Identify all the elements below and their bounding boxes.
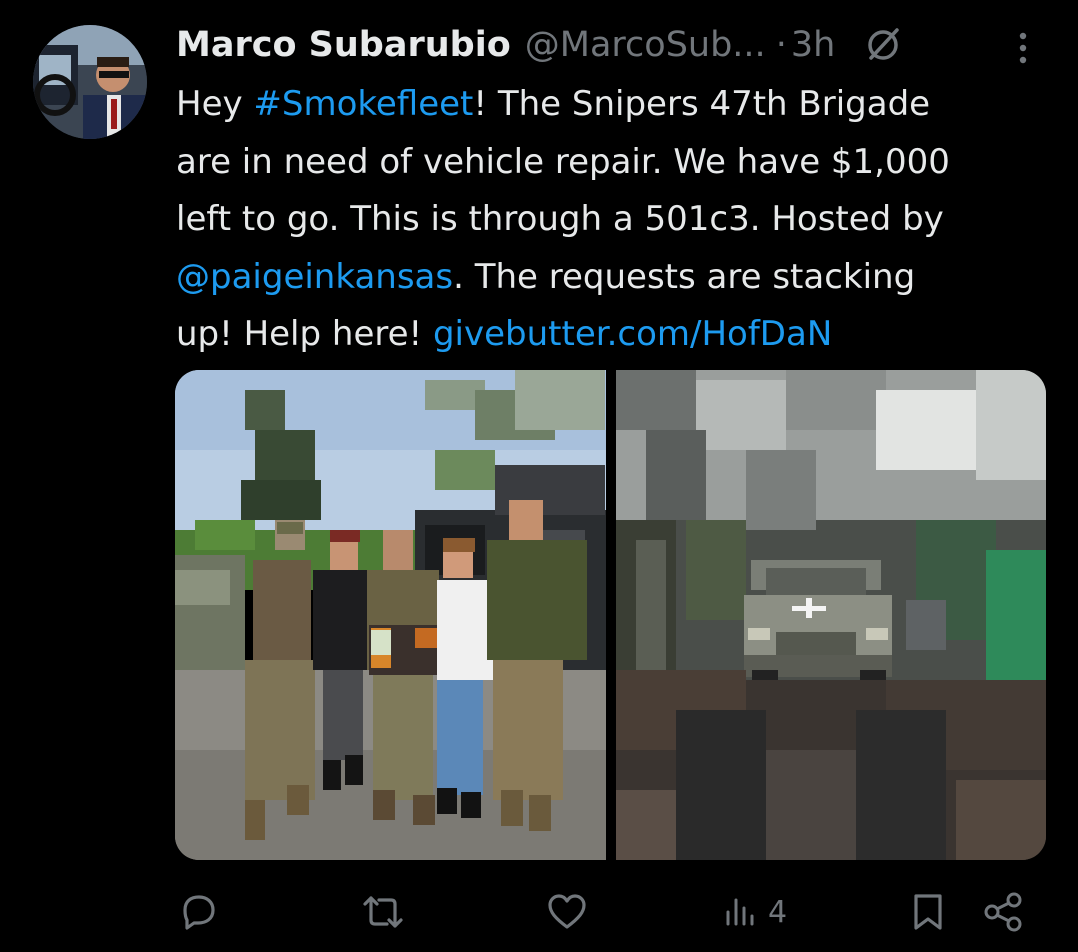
grok-icon-svg (868, 28, 900, 60)
more-options-dots (1019, 32, 1027, 64)
more-options-icon[interactable] (1008, 26, 1038, 70)
text-fragment: ! The Snipers 47th Brigade (473, 84, 931, 124)
url-link[interactable]: givebutter.com/HofDaN (433, 314, 832, 354)
grok-icon[interactable] (861, 23, 905, 67)
reply-button[interactable] (175, 880, 223, 944)
reply-icon (183, 895, 215, 930)
suv-photo (616, 370, 1046, 860)
heart-icon (548, 894, 586, 929)
author-handle[interactable]: @MarcoSub... (525, 25, 766, 65)
profile-photo (33, 25, 147, 139)
separator-dot: · (775, 25, 787, 65)
like-button[interactable] (543, 880, 591, 944)
tweet-text-line-2: are in need of vehicle repair. We have $… (176, 141, 950, 182)
avatar[interactable] (33, 25, 147, 139)
media-image-2[interactable] (616, 370, 1046, 860)
tweet-text-line-4: @paigeinkansas. The requests are stackin… (176, 249, 1046, 307)
tweet-text-line-5: up! Help here! givebutter.com/HofDaN (176, 306, 1046, 364)
hashtag-link[interactable]: #Smokefleet (253, 84, 473, 124)
retweet-icon (363, 896, 403, 928)
text-fragment: . The requests are stacking (453, 256, 916, 297)
bookmark-icon (914, 894, 942, 930)
timestamp[interactable]: 3h (791, 25, 835, 65)
group-photo (175, 370, 606, 860)
views-icon (726, 898, 754, 926)
views-count: 4 (768, 894, 788, 930)
retweet-button[interactable] (355, 880, 411, 944)
share-button[interactable] (980, 880, 1028, 944)
views-button[interactable]: 4 (718, 880, 787, 944)
text-fragment: up! Help here! (176, 314, 433, 354)
media-image-1[interactable] (175, 370, 606, 860)
share-icon (984, 892, 1022, 932)
tweet-action-bar: 4 (0, 880, 1078, 944)
tweet-text-line-1: Hey #Smokefleet! The Snipers 47th Brigad… (176, 76, 1046, 134)
author-display-name[interactable]: Marco Subarubio (176, 25, 511, 65)
bookmark-button[interactable] (904, 880, 952, 944)
tweet-text: Hey #Smokefleet! The Snipers 47th Brigad… (176, 76, 1046, 364)
tweet-header: Marco Subarubio @MarcoSub... · 3h (176, 20, 1026, 70)
text-fragment: Hey (176, 84, 254, 124)
tweet-text-line-3: left to go. This is through a 501c3. Hos… (176, 199, 944, 239)
mention-link[interactable]: @paigeinkansas (176, 257, 453, 297)
